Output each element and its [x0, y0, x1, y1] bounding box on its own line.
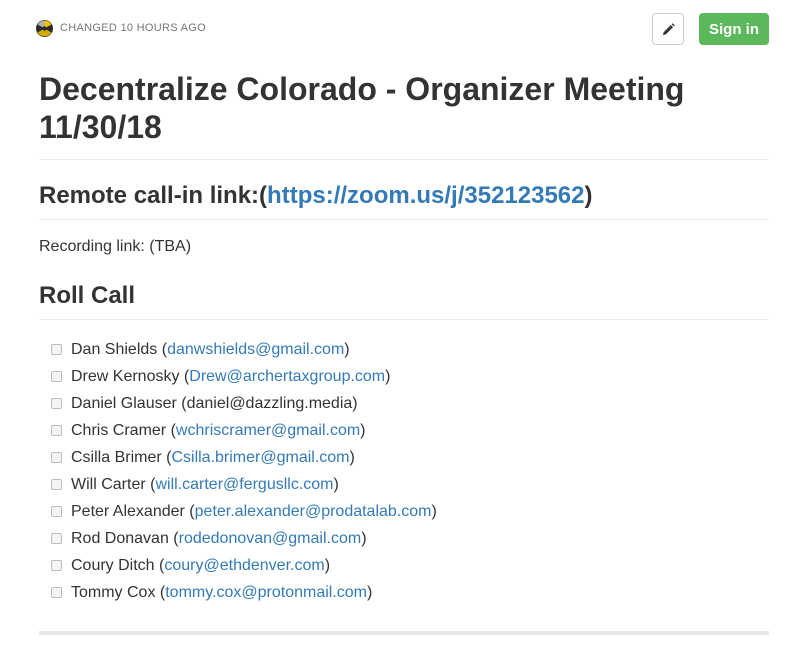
attendance-checkbox[interactable] — [51, 506, 62, 517]
roll-call-item: Coury Ditch (coury@ethdenver.com) — [51, 552, 769, 579]
roll-call-item: Dan Shields (danwshields@gmail.com) — [51, 336, 769, 363]
attendee-email[interactable]: danwshields@gmail.com — [167, 341, 344, 359]
attendee-name: Dan Shields — [71, 340, 158, 358]
attendee-email[interactable]: coury@ethdenver.com — [164, 557, 324, 575]
zoom-link[interactable]: https://zoom.us/j/352123562 — [267, 182, 584, 209]
attendance-checkbox[interactable] — [51, 533, 62, 544]
attendee-name: Tommy Cox — [71, 583, 156, 601]
changed-timestamp: CHANGED 10 HOURS AGO — [60, 22, 206, 34]
attendee-email[interactable]: wchriscramer@gmail.com — [176, 422, 360, 440]
attendee-email[interactable]: peter.alexander@prodatalab.com — [195, 503, 432, 521]
attendee-name: Csilla Brimer — [71, 448, 162, 466]
attendance-checkbox[interactable] — [51, 398, 62, 409]
attendee-email[interactable]: rodedonovan@gmail.com — [179, 530, 362, 548]
attendee-email[interactable]: Csilla.brimer@gmail.com — [171, 449, 349, 467]
page-title: Decentralize Colorado - Organizer Meetin… — [39, 70, 769, 160]
attendee-email[interactable]: will.carter@fergusllc.com — [155, 476, 333, 494]
attendance-checkbox[interactable] — [51, 425, 62, 436]
attendance-checkbox[interactable] — [51, 371, 62, 382]
edit-button[interactable] — [652, 13, 684, 45]
remote-call-heading: Remote call-in link:(https://zoom.us/j/3… — [39, 179, 769, 220]
roll-call-item: Tommy Cox (tommy.cox@protonmail.com) — [51, 579, 769, 606]
attendee-name: Will Carter — [71, 475, 146, 493]
roll-call-item: Chris Cramer (wchriscramer@gmail.com) — [51, 417, 769, 444]
roll-call-item: Drew Kernosky (Drew@archertaxgroup.com) — [51, 363, 769, 390]
recording-link-text: Recording link: (TBA) — [39, 238, 192, 255]
pencil-icon — [662, 22, 675, 35]
attendee-email[interactable]: tommy.cox@protonmail.com — [165, 584, 367, 602]
attendee-email: daniel@dazzling.media — [186, 394, 353, 412]
attendance-checkbox[interactable] — [51, 587, 62, 598]
attendance-checkbox[interactable] — [51, 452, 62, 463]
roll-call-item: Will Carter (will.carter@fergusllc.com) — [51, 471, 769, 498]
roll-call-list: Dan Shields (danwshields@gmail.com) Drew … — [39, 336, 769, 606]
roll-call-item: Peter Alexander (peter.alexander@prodata… — [51, 498, 769, 525]
bottom-divider — [39, 631, 769, 635]
roll-call-item: Csilla Brimer (Csilla.brimer@gmail.com) — [51, 444, 769, 471]
attendance-checkbox[interactable] — [51, 479, 62, 490]
roll-call-heading: Roll Call — [39, 279, 769, 320]
remote-call-suffix: ) — [584, 182, 593, 209]
attendance-checkbox[interactable] — [51, 344, 62, 355]
attendee-name: Drew Kernosky — [71, 367, 180, 385]
attendee-name: Chris Cramer — [71, 421, 167, 439]
attendee-name: Peter Alexander — [71, 502, 185, 520]
attendance-checkbox[interactable] — [51, 560, 62, 571]
avatar[interactable] — [36, 20, 53, 37]
roll-call-item: Rod Donavan (rodedonovan@gmail.com) — [51, 525, 769, 552]
roll-call-item: Daniel Glauser (daniel@dazzling.media) — [51, 390, 769, 417]
attendee-name: Coury Ditch — [71, 556, 155, 574]
remote-call-label: Remote call-in link:( — [39, 182, 268, 209]
attendee-email[interactable]: Drew@archertaxgroup.com — [189, 368, 385, 386]
attendee-name: Daniel Glauser — [71, 394, 177, 412]
document-body: Decentralize Colorado - Organizer Meetin… — [39, 70, 769, 606]
top-bar: CHANGED 10 HOURS AGO Sign in — [0, 0, 785, 58]
attendee-name: Rod Donavan — [71, 529, 169, 547]
sign-in-button[interactable]: Sign in — [699, 13, 769, 45]
